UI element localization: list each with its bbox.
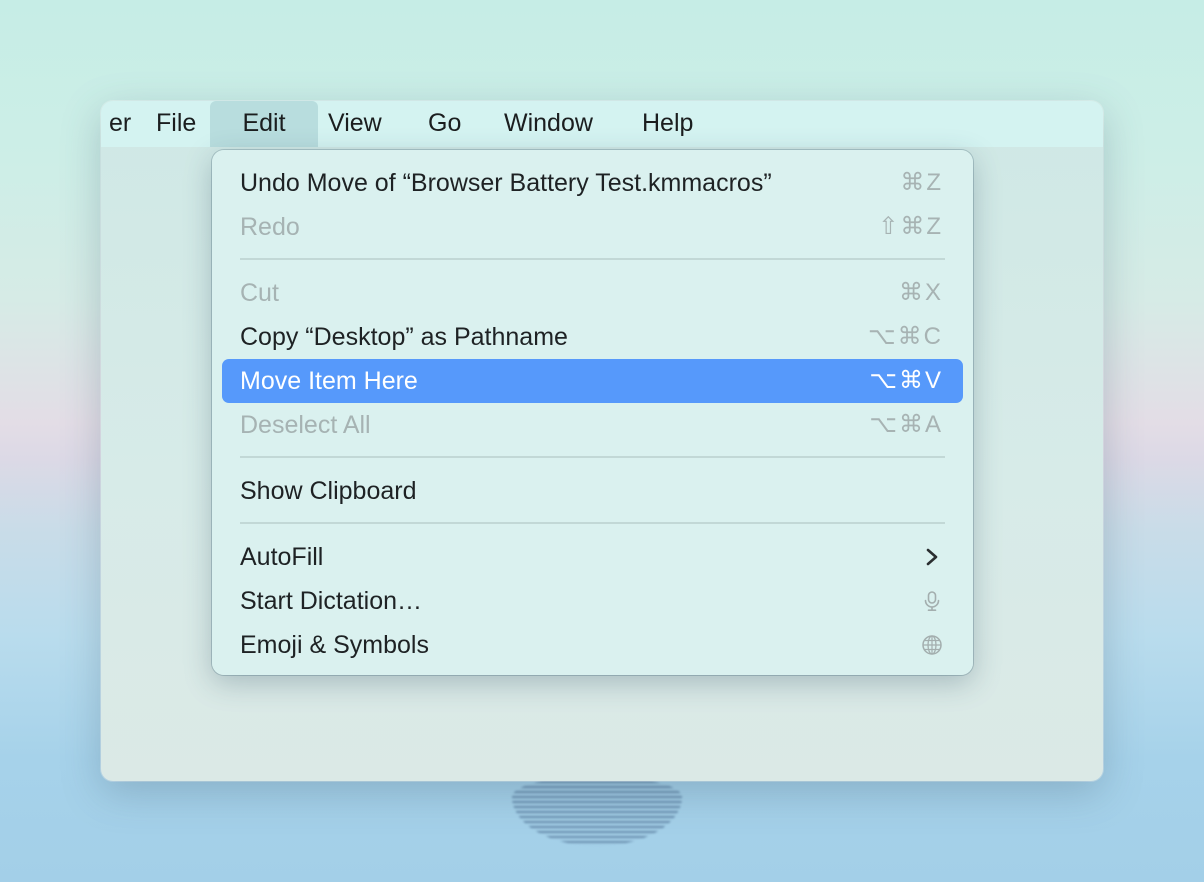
menu-item-shortcut: ⌥⌘A <box>869 411 943 438</box>
menu-item-copy-pathname[interactable]: Copy “Desktop” as Pathname ⌥⌘C <box>222 315 963 359</box>
menu-item-label: Cut <box>240 279 279 307</box>
menu-item-label: Move Item Here <box>240 367 418 395</box>
menu-item-deselect-all[interactable]: Deselect All ⌥⌘A <box>222 403 963 447</box>
menu-item-undo[interactable]: Undo Move of “Browser Battery Test.kmmac… <box>222 161 963 205</box>
menu-item-emoji-symbols[interactable]: Emoji & Symbols <box>222 623 963 667</box>
globe-icon <box>922 635 942 655</box>
menu-item-label: Emoji & Symbols <box>240 631 429 659</box>
menu-item-redo[interactable]: Redo ⇧⌘Z <box>222 205 963 249</box>
menu-item-label: Start Dictation… <box>240 587 423 615</box>
edit-menu: Undo Move of “Browser Battery Test.kmmac… <box>212 150 973 675</box>
menu-item-label: Redo <box>240 213 300 241</box>
menu-item-move-item-here[interactable]: Move Item Here ⌥⌘V <box>222 359 963 403</box>
menu-item-show-clipboard[interactable]: Show Clipboard <box>222 469 963 513</box>
menubar-item-help[interactable]: Help <box>620 101 715 147</box>
menu-item-shortcut: ⇧⌘Z <box>878 213 943 240</box>
menu-item-label: Deselect All <box>240 411 371 439</box>
menu-separator <box>240 258 945 260</box>
menu-item-autofill[interactable]: AutoFill <box>222 535 963 579</box>
menu-bar: er File Edit View Go Window Help <box>101 101 1103 147</box>
menubar-item-go[interactable]: Go <box>406 101 483 147</box>
microphone-icon <box>924 591 940 612</box>
menu-item-start-dictation[interactable]: Start Dictation… <box>222 579 963 623</box>
menubar-item-window[interactable]: Window <box>482 101 615 147</box>
menubar-item-view[interactable]: View <box>306 101 404 147</box>
desktop: { "menubar": { "items": [ {"label": "er"… <box>0 0 1204 882</box>
menu-item-cut[interactable]: Cut ⌘X <box>222 271 963 315</box>
menu-item-label: Copy “Desktop” as Pathname <box>240 323 568 351</box>
menu-separator <box>240 522 945 524</box>
menubar-item-edit[interactable]: Edit <box>210 101 318 147</box>
water-reflection <box>512 776 682 846</box>
menu-separator <box>240 456 945 458</box>
menu-item-shortcut: ⌥⌘V <box>869 367 943 394</box>
menu-item-label: Show Clipboard <box>240 477 417 505</box>
menu-item-label: AutoFill <box>240 543 324 571</box>
chevron-right-icon <box>926 548 938 566</box>
menu-item-label: Undo Move of “Browser Battery Test.kmmac… <box>240 169 772 197</box>
menu-item-shortcut: ⌘X <box>898 279 943 306</box>
menu-item-shortcut: ⌘Z <box>900 169 943 196</box>
menu-item-shortcut: ⌥⌘C <box>868 323 943 350</box>
menubar-item-file[interactable]: File <box>134 101 218 147</box>
